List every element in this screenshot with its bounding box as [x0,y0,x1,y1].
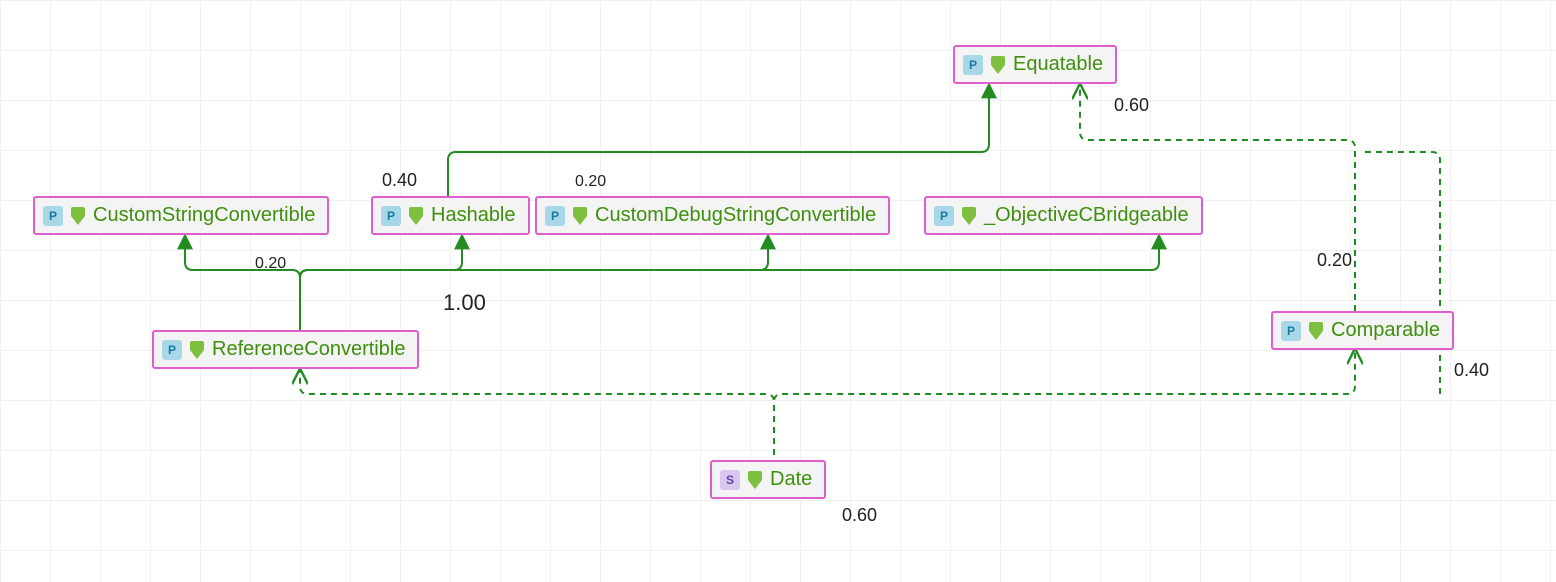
node-reference-convertible[interactable]: P ReferenceConvertible [152,330,419,369]
node-comparable[interactable]: P Comparable [1271,311,1454,350]
diagram-canvas: { "nodes": { "equatable": {"kind":"P","l… [0,0,1556,582]
protocol-badge-icon: P [381,206,401,226]
edge-weight: 1.00 [443,290,486,316]
node-hashable[interactable]: P Hashable [371,196,530,235]
struct-badge-icon: S [720,470,740,490]
shield-icon [71,207,85,225]
node-custom-debug-string-convertible[interactable]: P CustomDebugStringConvertible [535,196,890,235]
node-date[interactable]: S Date [710,460,826,499]
shield-icon [748,471,762,489]
node-label: Comparable [1331,319,1440,342]
protocol-badge-icon: P [43,206,63,226]
protocol-badge-icon: P [162,340,182,360]
node-label: Hashable [431,204,516,227]
shield-icon [962,207,976,225]
shield-icon [409,207,423,225]
protocol-badge-icon: P [545,206,565,226]
node-label: _ObjectiveCBridgeable [984,204,1189,227]
node-label: Date [770,468,812,491]
edge-weight: 0.40 [382,170,417,191]
edge-weight: 0.20 [255,255,286,273]
node-custom-string-convertible[interactable]: P CustomStringConvertible [33,196,329,235]
protocol-badge-icon: P [963,55,983,75]
edge-weight: 0.20 [575,173,606,191]
edge-weight: 0.60 [842,505,877,526]
protocol-badge-icon: P [1281,321,1301,341]
shield-icon [190,341,204,359]
node-label: CustomStringConvertible [93,204,315,227]
node-label: ReferenceConvertible [212,338,405,361]
shield-icon [991,56,1005,74]
protocol-badge-icon: P [934,206,954,226]
node-label: CustomDebugStringConvertible [595,204,876,227]
node-equatable[interactable]: P Equatable [953,45,1117,84]
shield-icon [573,207,587,225]
shield-icon [1309,322,1323,340]
edge-weight: 0.20 [1317,250,1352,271]
edge-weight: 0.60 [1114,95,1149,116]
edge-weight: 0.40 [1454,360,1489,381]
node-objective-c-bridgeable[interactable]: P _ObjectiveCBridgeable [924,196,1203,235]
node-label: Equatable [1013,53,1103,76]
